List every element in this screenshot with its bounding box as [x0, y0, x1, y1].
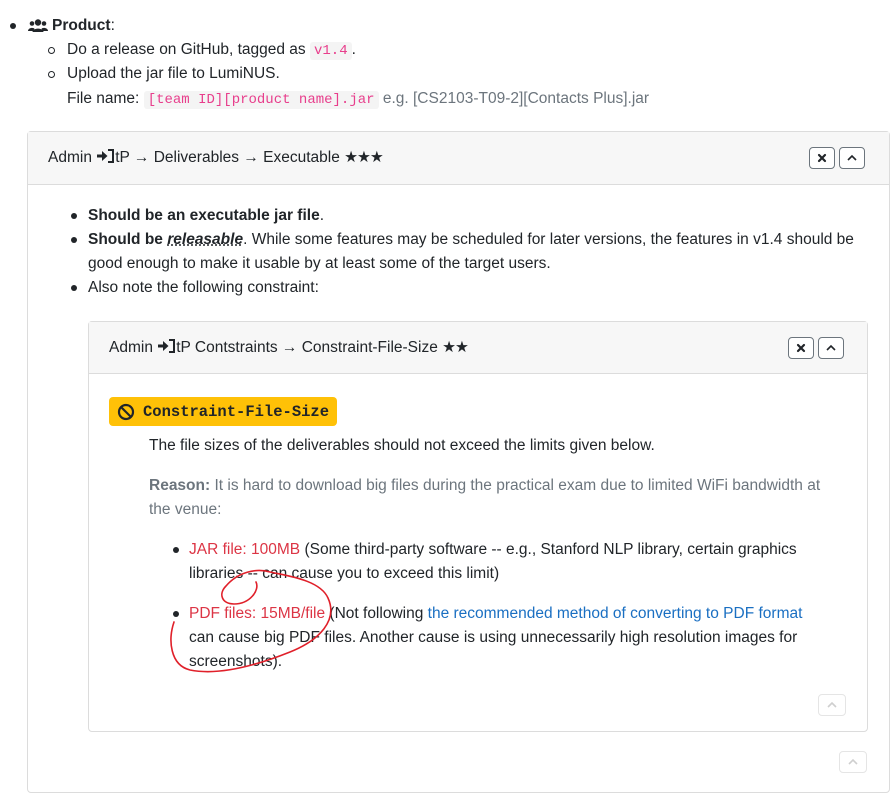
- filename-example: e.g. [CS2103-T09-2][Contacts Plus].jar: [382, 90, 650, 107]
- releasable-item: Should be releasable. While some feature…: [88, 228, 854, 252]
- inner-panel-title: Admin tP Contstraints → Constraint-File-…: [109, 338, 469, 357]
- reason-line: Reason: It is hard to download big files…: [149, 474, 820, 498]
- releasable-bold: Should be: [88, 231, 163, 248]
- release-item: Do a release on GitHub, tagged as v1.4.: [67, 38, 356, 63]
- annotation-circle: [170, 569, 332, 673]
- collapse-panel-button[interactable]: [818, 337, 844, 359]
- version-code: v1.4: [310, 42, 352, 60]
- close-panel-button[interactable]: [809, 147, 835, 169]
- releasable-term: releasable: [167, 231, 244, 248]
- outer-panel: Admin tP → Deliverables → Executable ★★★…: [27, 131, 890, 793]
- executable-bold: Should be an executable jar file: [88, 207, 320, 224]
- upload-text: Upload the jar file to LumiNUS.: [67, 65, 280, 82]
- chevron-up-icon: [847, 757, 859, 767]
- collapse-panel-button[interactable]: [839, 147, 865, 169]
- inner-panel-header: Admin tP Contstraints → Constraint-File-…: [89, 322, 867, 374]
- close-panel-button[interactable]: [788, 337, 814, 359]
- list-bullet: [71, 237, 77, 243]
- inner-path: tP Contstraints → Constraint-File-Size: [176, 339, 438, 356]
- close-icon: [796, 343, 806, 353]
- list-circle: [48, 47, 55, 54]
- releasable-text-2: good enough to make it usable by at leas…: [88, 255, 551, 272]
- star-rating: ★★: [442, 339, 469, 356]
- pdf-method-link[interactable]: the recommended method of converting to …: [428, 605, 803, 622]
- outer-path: tP → Deliverables → Executable: [115, 149, 340, 166]
- executable-period: .: [319, 207, 325, 224]
- ban-icon: [117, 403, 135, 421]
- constraint-badge: Constraint-File-Size: [109, 397, 338, 426]
- filename-label: File name:: [67, 90, 140, 107]
- annotation-stroke: [170, 569, 332, 673]
- list-bullet: [173, 547, 179, 553]
- list-bullet: [71, 285, 77, 291]
- jar-limit-item: JAR file: 100MB (Some third-party softwa…: [189, 538, 797, 562]
- reason-text-2: the venue:: [149, 501, 222, 518]
- list-bullet: [71, 213, 77, 219]
- outer-panel-title: Admin tP → Deliverables → Executable ★★★: [48, 148, 384, 167]
- chevron-up-icon: [825, 343, 837, 353]
- list-circle: [48, 71, 55, 78]
- reason-label: Reason:: [149, 477, 211, 494]
- collapse-bottom-button[interactable]: [839, 751, 867, 773]
- users-icon: [28, 18, 48, 34]
- sign-in-icon: [96, 149, 115, 163]
- product-label: Product: [52, 17, 111, 34]
- admin-label: Admin: [48, 149, 92, 166]
- constraint-description: The file sizes of the deliverables shoul…: [149, 437, 655, 454]
- jar-limit-text: (Some third-party software -- e.g., Stan…: [304, 541, 797, 558]
- admin-label: Admin: [109, 339, 153, 356]
- constraint-badge-label: Constraint-File-Size: [143, 402, 330, 421]
- collapse-bottom-button[interactable]: [818, 694, 846, 716]
- star-rating: ★★★: [344, 149, 384, 166]
- chevron-up-icon: [826, 700, 838, 710]
- list-bullet: [10, 23, 16, 29]
- product-colon: :: [110, 17, 115, 34]
- release-period: .: [351, 41, 356, 58]
- reason-text: It is hard to download big files during …: [214, 477, 821, 494]
- jar-limit-label: JAR file: 100MB: [189, 541, 301, 558]
- releasable-text: . While some features may be scheduled f…: [243, 231, 854, 248]
- executable-item: Should be an executable jar file.: [88, 204, 324, 228]
- release-text: Do a release on GitHub, tagged as: [67, 41, 306, 58]
- filename-line: File name: [team ID][product name].jar e…: [67, 87, 649, 112]
- close-icon: [817, 153, 827, 163]
- product-heading: Product:: [52, 14, 115, 38]
- filename-code: [team ID][product name].jar: [143, 91, 379, 109]
- outer-panel-header: Admin tP → Deliverables → Executable ★★★: [28, 132, 889, 185]
- chevron-up-icon: [846, 153, 858, 163]
- sign-in-icon: [157, 339, 176, 353]
- constraint-note: Also note the following constraint:: [88, 279, 319, 296]
